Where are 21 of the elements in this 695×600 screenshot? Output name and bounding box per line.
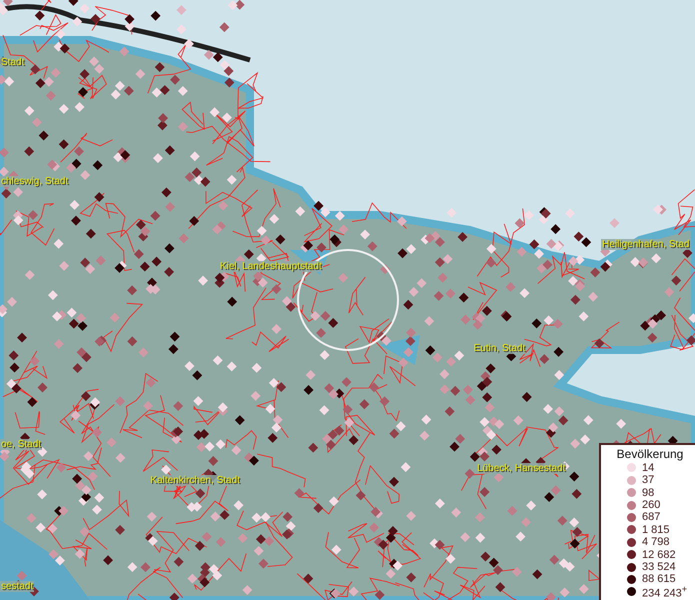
legend-title: Bevölkerung [616, 446, 684, 461]
place-label: sestadt [0, 580, 34, 592]
place-label: chleswig, Stadt [0, 176, 70, 187]
legend-value: 1 815 [642, 524, 670, 536]
legend-value: 234 243$^{+}$ [642, 584, 688, 600]
legend-value: 98 [642, 486, 654, 499]
legend-value: 687 [642, 511, 660, 524]
legend-value: 37 [642, 474, 654, 486]
place-label: Eutin, Stadt [472, 343, 526, 354]
legend-value: 12 682 [642, 548, 676, 561]
legend-value: 14 [642, 462, 654, 474]
legend-value: 33 524 [642, 561, 676, 574]
legend-value: 260 [642, 499, 660, 512]
legend-value: 4 798 [642, 536, 670, 548]
legend-value: 88 615 [642, 573, 676, 586]
place-label: Lübeck, Hansestadt [476, 463, 566, 474]
place-label: oe, Stadt [0, 439, 42, 450]
place-label: Kiel, Landeshauptstadt [218, 261, 323, 272]
place-label: Heiligenhafen, Stad [601, 238, 690, 250]
place-label: Kaltenkirchen, Stadt [149, 475, 241, 486]
place-label: Stadt [0, 57, 26, 68]
